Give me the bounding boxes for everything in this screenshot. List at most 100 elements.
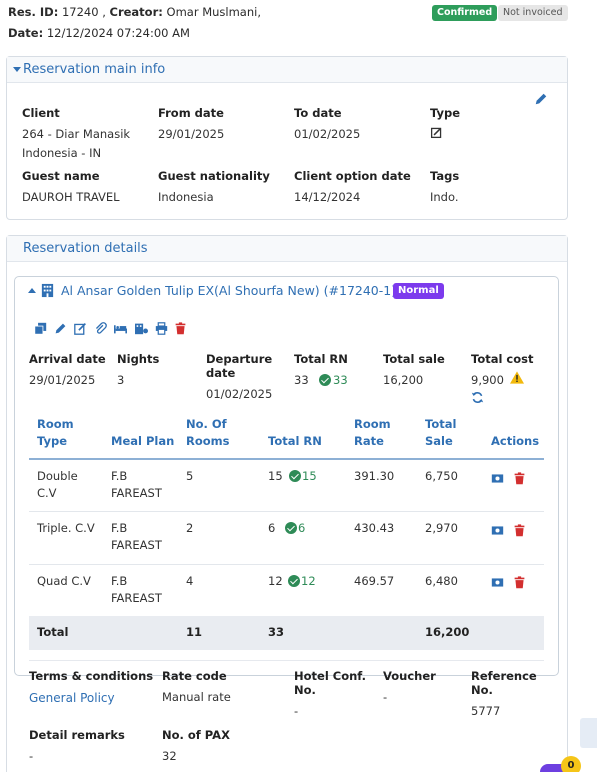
rn-confirmed-cell: 15 <box>302 469 317 483</box>
hotel-conf-label-line-2: No. <box>294 683 316 697</box>
main-info-title: Reservation main info <box>23 62 166 77</box>
hotel-name-link[interactable]: Al Ansar Golden Tulip EX(Al Shourfa New)… <box>61 283 396 298</box>
meal-plan-line-1: F.B <box>111 574 128 588</box>
total-rn-value: 33 <box>294 373 309 387</box>
col-room-rate-line-1: Room <box>354 417 391 431</box>
res-id-value: 17240 , <box>61 5 106 19</box>
footer-divider <box>29 660 544 661</box>
guest-name-value: DAUROH TRAVEL <box>22 190 120 204</box>
col-room-type-header: Room Type <box>37 416 74 450</box>
reservation-details-header[interactable]: Reservation details <box>7 236 567 262</box>
room-type-cell: Triple. C.V <box>37 520 95 537</box>
meal-plan-cell: F.B FAREAST <box>111 468 162 502</box>
attachment-icon[interactable] <box>94 322 107 335</box>
col-rooms-header: No. Of Rooms <box>186 416 229 450</box>
delete-icon[interactable] <box>513 472 526 485</box>
hotel-type-badge: Normal <box>393 283 444 299</box>
total-rn-label: Total RN <box>294 352 348 366</box>
notification-count-badge[interactable]: 0 <box>561 756 581 772</box>
client-label: Client <box>22 106 60 120</box>
guest-name-label: Guest name <box>22 169 100 183</box>
detail-remarks-value: - <box>29 749 34 763</box>
invoice-status-badge: Not invoiced <box>498 5 568 21</box>
arrival-date-label: Arrival date <box>29 352 106 366</box>
client-line-2: Indonesia - IN <box>22 146 102 160</box>
money-icon[interactable] <box>491 576 504 589</box>
meal-plan-cell: F.B FAREAST <box>111 573 162 607</box>
client-option-date-label: Client option date <box>294 169 411 183</box>
hotel-building-icon <box>41 283 54 298</box>
reservation-header-line-1: Res. ID: 17240 , Creator: Omar Muslmani, <box>8 5 261 19</box>
room-type-line-1: Double <box>37 469 78 483</box>
departure-date-label-line-2: date <box>206 366 236 380</box>
total-cost-value: 9,900 <box>471 373 504 387</box>
col-total-sale-line-1: Total <box>425 417 457 431</box>
meal-plan-cell: F.B FAREAST <box>111 520 162 554</box>
departure-date-value: 01/02/2025 <box>206 387 273 401</box>
total-sale-cell: 6,750 <box>425 469 458 483</box>
delete-icon[interactable] <box>513 524 526 537</box>
date-label: Date: <box>8 26 44 40</box>
room-type-cell: Double C.V <box>37 468 78 502</box>
date-value: 12/12/2024 07:24:00 AM <box>46 26 190 40</box>
col-rooms-line-2: Rooms <box>186 434 230 448</box>
main-info-header[interactable]: Reservation main info <box>7 57 567 83</box>
rn-confirmed-cell: 12 <box>301 574 316 588</box>
general-policy-link[interactable]: General Policy <box>29 691 115 705</box>
money-icon[interactable] <box>491 524 504 537</box>
check-circle-icon <box>289 470 301 482</box>
check-circle-icon <box>319 374 331 386</box>
nights-label: Nights <box>117 352 160 366</box>
rate-code-value: Manual rate <box>162 690 231 704</box>
edit-pencil-icon[interactable] <box>534 92 548 106</box>
room-type-line-2: C.V <box>37 486 57 500</box>
rn-confirmed-cell: 6 <box>298 521 306 535</box>
reference-value: 5777 <box>471 704 501 718</box>
table-header-divider <box>29 458 544 460</box>
edit-square-icon[interactable] <box>74 322 87 335</box>
delete-icon[interactable] <box>513 576 526 589</box>
col-room-rate-line-2: Rate <box>354 434 384 448</box>
hotel-conf-value: - <box>294 704 299 718</box>
type-manual-icon <box>430 127 442 139</box>
chevron-up-icon[interactable] <box>28 288 36 293</box>
room-rate-cell: 469.57 <box>354 574 395 588</box>
money-icon[interactable] <box>491 472 504 485</box>
col-actions-header: Actions <box>491 434 540 448</box>
room-rate-cell: 430.43 <box>354 521 395 535</box>
terms-label: Terms & conditions <box>29 669 154 683</box>
copy-icon[interactable] <box>34 322 47 335</box>
refresh-icon[interactable] <box>471 391 484 404</box>
room-type-line-1: Quad C.V <box>37 574 91 588</box>
hotel-assign-icon[interactable] <box>134 322 149 335</box>
bed-icon[interactable] <box>113 322 128 335</box>
edit-icon[interactable] <box>54 322 67 335</box>
reservation-details-title: Reservation details <box>23 241 148 256</box>
col-room-type-line-2: Type <box>37 434 68 448</box>
nights-value: 3 <box>117 373 125 387</box>
total-label: Total <box>37 625 69 639</box>
check-circle-icon <box>288 575 300 587</box>
from-date-label: From date <box>158 106 224 120</box>
col-room-type-line-1: Room <box>37 417 74 431</box>
col-total-sale-header: Total Sale <box>425 416 456 450</box>
meal-plan-line-1: F.B <box>111 521 128 535</box>
delete-icon[interactable] <box>174 322 187 335</box>
pax-value: 32 <box>162 749 177 763</box>
row-divider <box>29 564 544 565</box>
total-sale-value: 16,200 <box>383 373 424 387</box>
voucher-value: - <box>383 690 388 704</box>
total-sale-label: Total sale <box>383 352 445 366</box>
status-badge: Confirmed <box>432 5 498 21</box>
res-id-label: Res. ID: <box>8 5 59 19</box>
scroll-down-button[interactable] <box>580 718 597 748</box>
creator-value: Omar Muslmani, <box>166 5 261 19</box>
to-date-value: 01/02/2025 <box>294 127 361 141</box>
from-date-value: 29/01/2025 <box>158 127 225 141</box>
pax-label: No. of PAX <box>162 728 230 742</box>
type-label: Type <box>430 106 461 120</box>
print-icon[interactable] <box>155 322 168 335</box>
total-sale-cell: 6,480 <box>425 574 458 588</box>
reservation-header-line-2: Date: 12/12/2024 07:24:00 AM <box>8 26 190 40</box>
tags-label: Tags <box>430 169 460 183</box>
